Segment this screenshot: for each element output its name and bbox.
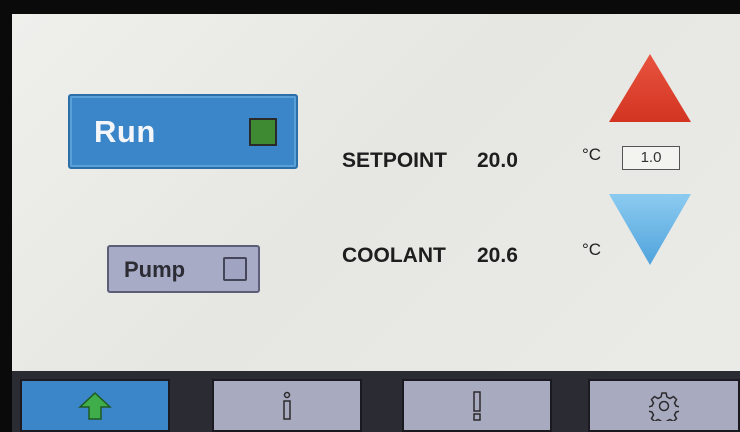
run-button[interactable]: Run (68, 94, 298, 169)
exclamation-icon (473, 390, 481, 421)
coolant-unit: °C (582, 240, 602, 259)
nav-info-button[interactable] (212, 379, 362, 432)
run-status-indicator (249, 118, 277, 146)
pump-button[interactable]: Pump (107, 245, 260, 293)
nav-settings-button[interactable] (588, 379, 740, 432)
coolant-value: 20.6 (477, 244, 518, 267)
coolant-label: COOLANT (342, 244, 446, 267)
pump-button-label: Pump (124, 257, 186, 282)
gear-icon (649, 391, 679, 421)
device-bezel-left (0, 0, 12, 432)
setpoint-unit: °C (582, 145, 602, 164)
pump-status-indicator (223, 257, 247, 281)
setpoint-value: 20.0 (477, 149, 518, 172)
setpoint-label: SETPOINT (342, 149, 448, 172)
triangle-up-icon[interactable] (607, 52, 693, 124)
device-bezel-top (0, 0, 740, 14)
info-icon (283, 391, 291, 420)
step-size-field[interactable]: 1.0 (622, 146, 680, 170)
hmi-screen: Run Pump SETPOINT 20.0 °C COOLANT 20.6 °… (12, 14, 740, 432)
run-button-label: Run (94, 114, 156, 149)
nav-home-button[interactable] (20, 379, 170, 432)
nav-alarm-button[interactable] (402, 379, 552, 432)
home-arrow-icon (78, 391, 112, 420)
triangle-down-icon[interactable] (607, 192, 693, 267)
bottom-nav-bar (12, 371, 740, 432)
